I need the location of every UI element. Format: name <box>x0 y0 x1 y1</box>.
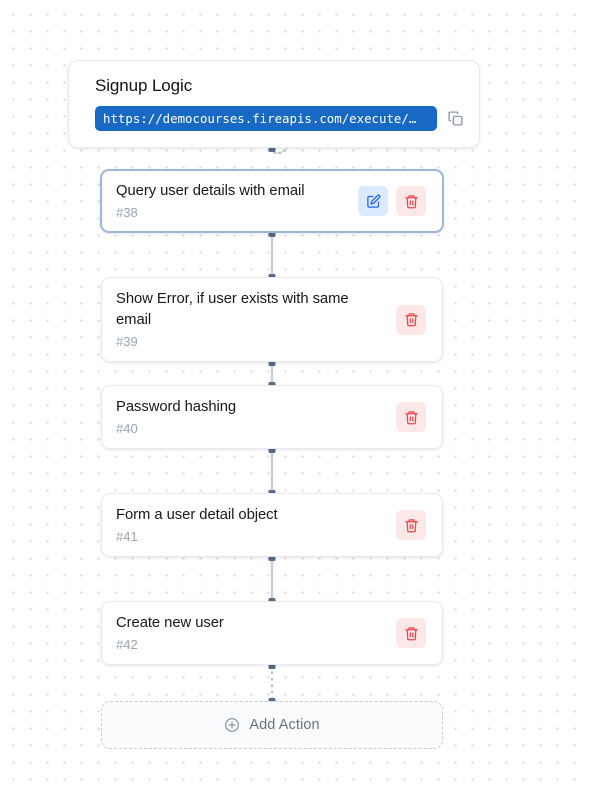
action-card-title: Query user details with email <box>116 182 305 199</box>
action-card-text: Create new user #42 <box>116 613 396 654</box>
add-action-label: Add Action <box>249 717 320 733</box>
action-card-id: #42 <box>116 636 138 652</box>
trash-icon <box>404 313 418 327</box>
action-card-id: #41 <box>116 528 138 544</box>
pencil-square-icon <box>366 194 380 208</box>
action-card[interactable]: Query user details with email #38 <box>100 169 444 233</box>
action-card-title: Create new user <box>116 614 224 631</box>
action-card[interactable]: Create new user #42 <box>101 601 443 665</box>
trash-icon <box>404 626 418 640</box>
action-card-text: Password hashing #40 <box>116 397 396 438</box>
page-title: Signup Logic <box>95 76 193 95</box>
delete-action-button[interactable] <box>396 304 426 335</box>
action-card-title: Show Error, if user exists with same ema… <box>116 290 349 328</box>
action-card-title: Form a user detail object <box>116 506 278 523</box>
plus-circle-icon <box>225 718 240 732</box>
trash-icon <box>404 194 418 208</box>
trash-icon <box>404 518 418 532</box>
action-card[interactable]: Password hashing #40 <box>101 385 443 449</box>
delete-action-button[interactable] <box>396 510 426 540</box>
action-card-buttons <box>396 402 426 432</box>
delete-action-button[interactable] <box>396 186 426 216</box>
action-card-id: #39 <box>116 333 138 349</box>
workflow-canvas: Signup Logic https://democourses.fireapi… <box>0 0 590 788</box>
add-action-button[interactable]: Add Action <box>101 701 443 749</box>
delete-action-button[interactable] <box>396 618 426 648</box>
action-card-buttons <box>396 304 426 335</box>
action-card[interactable]: Form a user detail object #41 <box>101 493 443 557</box>
action-card-text: Query user details with email #38 <box>116 181 358 222</box>
copy-icon <box>448 111 463 126</box>
action-card-text: Show Error, if user exists with same ema… <box>116 289 396 351</box>
delete-action-button[interactable] <box>396 402 426 432</box>
action-card-buttons <box>358 186 426 216</box>
action-card[interactable]: Show Error, if user exists with same ema… <box>101 277 443 362</box>
workflow-header-card: Signup Logic https://democourses.fireapi… <box>68 60 480 148</box>
action-card-title: Password hashing <box>116 398 237 415</box>
action-card-id: #38 <box>116 204 138 220</box>
action-card-id: #40 <box>116 420 138 436</box>
action-card-text: Form a user detail object #41 <box>116 505 396 546</box>
action-card-buttons <box>396 510 426 540</box>
endpoint-url-badge[interactable]: https://democourses.fireapis.com/execute… <box>95 106 437 131</box>
endpoint-url-row: https://democourses.fireapis.com/execute… <box>95 106 464 131</box>
copy-url-button[interactable] <box>447 108 464 130</box>
edit-action-button[interactable] <box>358 186 388 216</box>
action-card-buttons <box>396 618 426 648</box>
trash-icon <box>404 410 418 424</box>
